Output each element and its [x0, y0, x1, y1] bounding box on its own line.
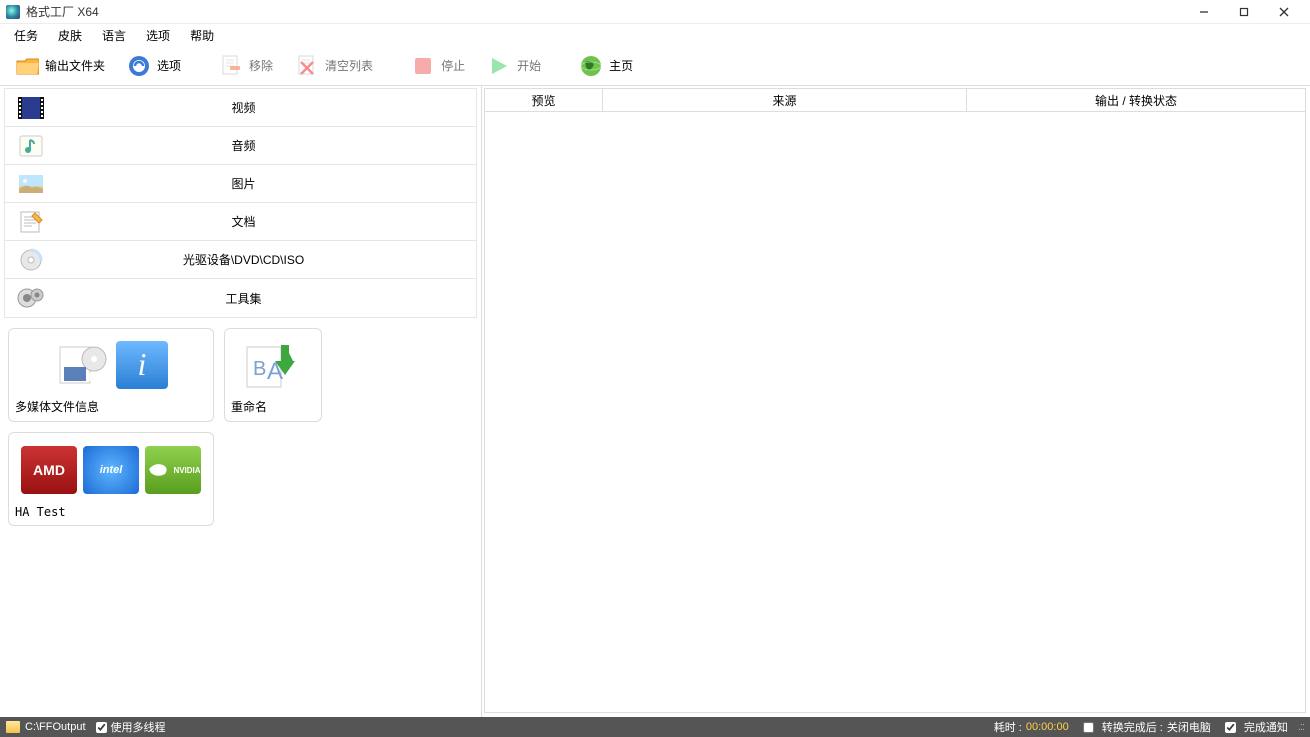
amd-icon: AMD: [21, 446, 77, 494]
tool-media-info-label: 多媒体文件信息: [15, 394, 207, 415]
info-icon: i: [116, 341, 168, 389]
menu-options[interactable]: 选项: [136, 25, 180, 46]
category-document[interactable]: 文档: [5, 203, 476, 241]
category-audio-label: 音频: [51, 137, 476, 154]
category-optical-label: 光驱设备\DVD\CD\ISO: [51, 251, 476, 268]
stop-icon: [411, 54, 435, 78]
output-folder-button[interactable]: 输出文件夹: [6, 49, 114, 83]
window-controls: [1184, 1, 1304, 23]
resize-grip[interactable]: .::: [1298, 721, 1304, 733]
audio-icon: [11, 132, 51, 160]
col-source[interactable]: 来源: [603, 89, 967, 111]
folder-icon: [15, 54, 39, 78]
table-body[interactable]: [484, 112, 1306, 713]
category-optical[interactable]: 光驱设备\DVD\CD\ISO: [5, 241, 476, 279]
category-image-label: 图片: [51, 175, 476, 192]
col-output-status[interactable]: 输出 / 转换状态: [967, 89, 1305, 111]
home-label: 主页: [609, 57, 633, 74]
toolbar: 输出文件夹 选项 移除 清空列表 停止 开始 主页: [0, 46, 1310, 86]
remove-label: 移除: [249, 57, 273, 74]
options-icon: [127, 54, 151, 78]
play-icon: [487, 54, 511, 78]
right-panel: 预览 来源 输出 / 转换状态: [482, 86, 1310, 717]
menu-skin[interactable]: 皮肤: [48, 25, 92, 46]
toolset-icon: [11, 284, 51, 312]
tool-ha-test[interactable]: AMD intel NVIDIA HA Test: [8, 432, 214, 526]
stop-button[interactable]: 停止: [402, 49, 474, 83]
output-path[interactable]: C:\FFOutput: [25, 721, 86, 733]
elapsed-label: 耗时 :: [994, 719, 1022, 735]
statusbar: C:\FFOutput 使用多线程 耗时 : 00:00:00 转换完成后 : …: [0, 717, 1310, 737]
window-title: 格式工厂 X64: [26, 3, 99, 20]
menubar: 任务 皮肤 语言 选项 帮助: [0, 24, 1310, 46]
tool-rename[interactable]: BA 重命名: [224, 328, 322, 422]
options-button[interactable]: 选项: [118, 49, 190, 83]
category-list: 视频 音频 图片 文档: [4, 88, 477, 318]
notify-checkbox[interactable]: [1225, 722, 1236, 733]
category-toolset-label: 工具集: [51, 290, 476, 307]
remove-icon: [219, 54, 243, 78]
after-convert-checkbox[interactable]: [1083, 722, 1094, 733]
tools-area: i 多媒体文件信息 BA 重命名 AMD intel NVI: [0, 318, 481, 536]
menu-task[interactable]: 任务: [4, 25, 48, 46]
minimize-button[interactable]: [1184, 1, 1224, 23]
menu-help[interactable]: 帮助: [180, 25, 224, 46]
category-document-label: 文档: [51, 213, 476, 230]
home-button[interactable]: 主页: [570, 49, 642, 83]
remove-button[interactable]: 移除: [210, 49, 282, 83]
tool-media-info[interactable]: i 多媒体文件信息: [8, 328, 214, 422]
category-toolset[interactable]: 工具集: [5, 279, 476, 317]
notify-label: 完成通知: [1244, 719, 1288, 735]
category-video-label: 视频: [51, 99, 476, 116]
status-folder-icon[interactable]: [6, 721, 20, 733]
menu-lang[interactable]: 语言: [92, 25, 136, 46]
table-header: 预览 来源 输出 / 转换状态: [484, 88, 1306, 112]
stop-label: 停止: [441, 57, 465, 74]
media-file-icon: [54, 341, 110, 389]
main-area: 视频 音频 图片 文档: [0, 86, 1310, 717]
tool-ha-test-label: HA Test: [15, 501, 207, 519]
document-icon: [11, 208, 51, 236]
start-label: 开始: [517, 57, 541, 74]
clear-icon: [295, 54, 319, 78]
start-button[interactable]: 开始: [478, 49, 550, 83]
intel-icon: intel: [83, 446, 139, 494]
col-preview[interactable]: 预览: [485, 89, 603, 111]
clear-label: 清空列表: [325, 57, 373, 74]
after-action: 关闭电脑: [1167, 719, 1211, 735]
multithread-label: 使用多线程: [111, 719, 166, 735]
app-icon: [6, 5, 20, 19]
rename-icon: BA: [241, 339, 305, 391]
output-folder-label: 输出文件夹: [45, 57, 105, 74]
category-image[interactable]: 图片: [5, 165, 476, 203]
disc-icon: [11, 246, 51, 274]
clear-button[interactable]: 清空列表: [286, 49, 382, 83]
video-icon: [11, 94, 51, 122]
svg-text:B: B: [253, 358, 266, 380]
close-button[interactable]: [1264, 1, 1304, 23]
elapsed-time: 00:00:00: [1026, 721, 1069, 733]
after-label: 转换完成后 :: [1102, 719, 1163, 735]
image-icon: [11, 170, 51, 198]
category-video[interactable]: 视频: [5, 89, 476, 127]
titlebar: 格式工厂 X64: [0, 0, 1310, 24]
category-audio[interactable]: 音频: [5, 127, 476, 165]
options-label: 选项: [157, 57, 181, 74]
tool-rename-label: 重命名: [231, 394, 315, 415]
nvidia-icon: NVIDIA: [145, 446, 201, 494]
maximize-button[interactable]: [1224, 1, 1264, 23]
multithread-checkbox[interactable]: [96, 722, 107, 733]
globe-icon: [579, 54, 603, 78]
left-panel: 视频 音频 图片 文档: [0, 86, 482, 717]
